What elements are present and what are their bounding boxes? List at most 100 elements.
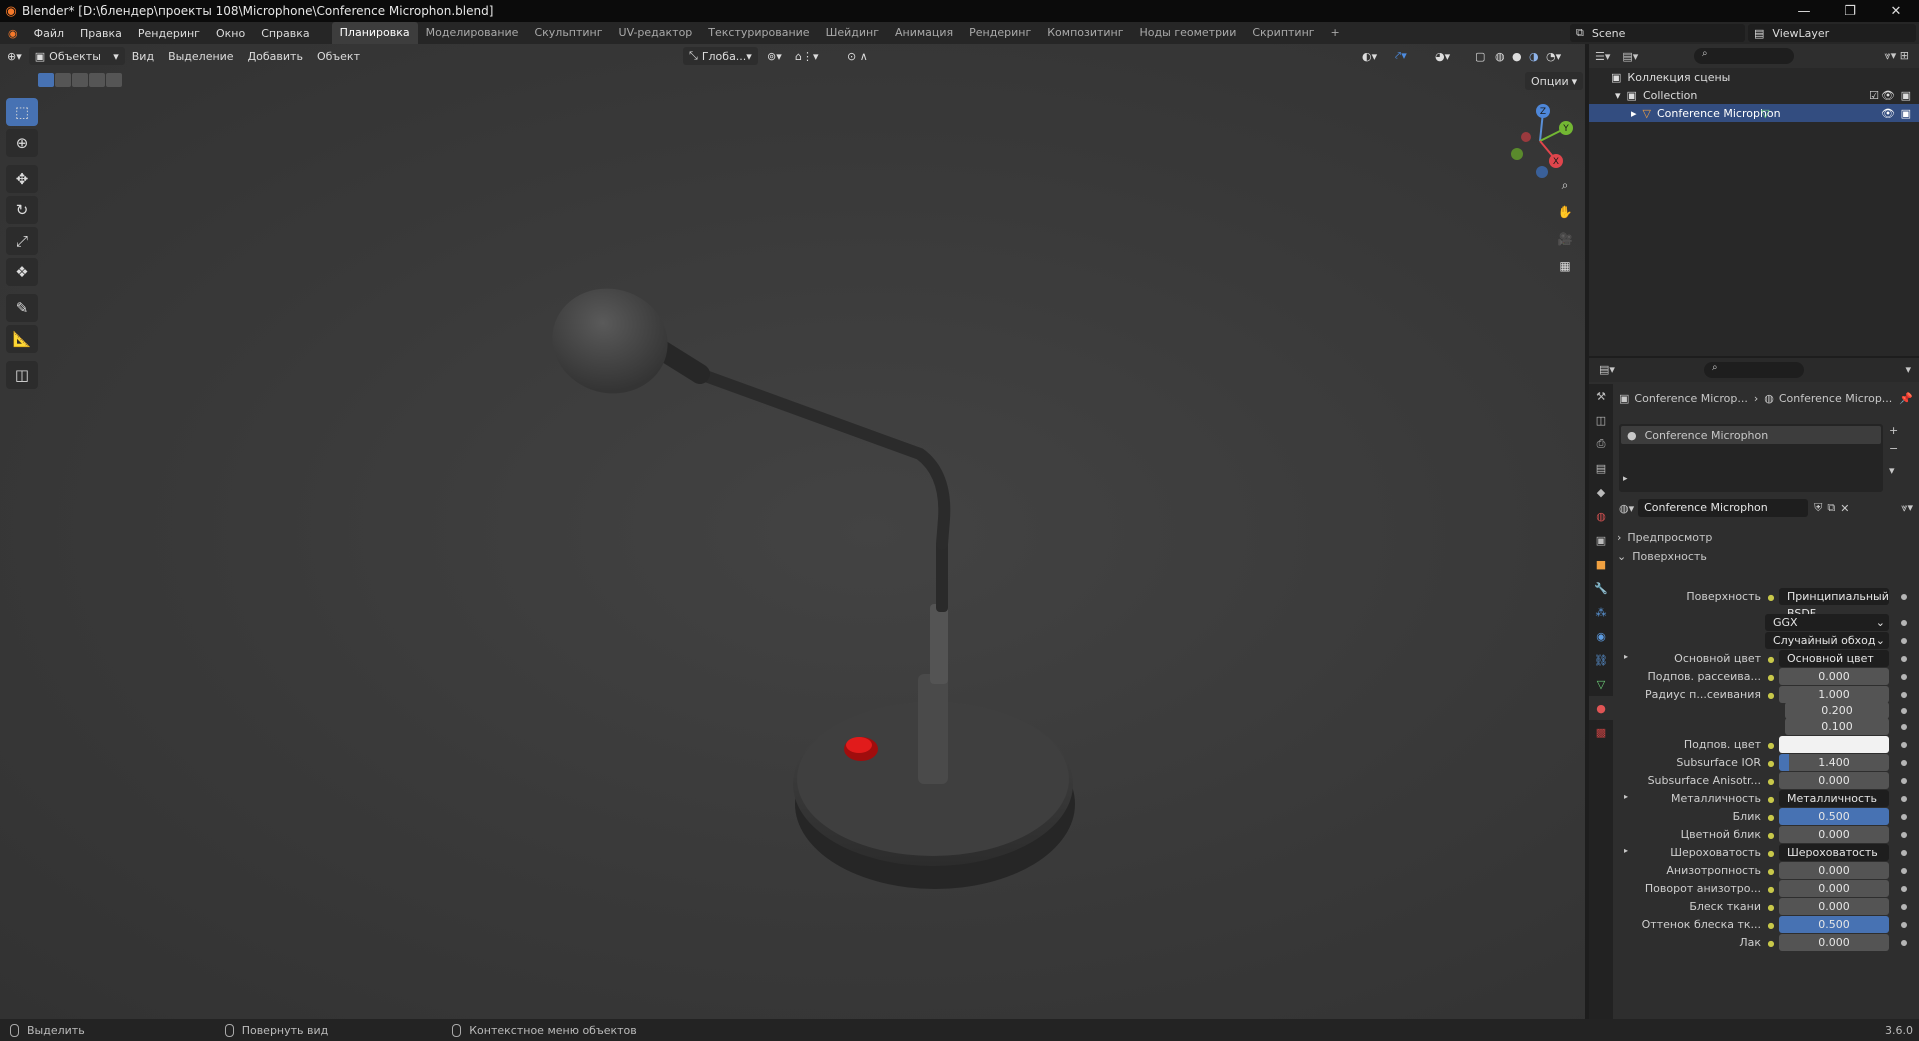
tab-sculpting[interactable]: Скульптинг xyxy=(526,22,610,44)
fake-user-icon[interactable]: ⛨ xyxy=(1814,501,1822,515)
keyframe-dot-icon[interactable] xyxy=(1901,656,1907,662)
render-tab-icon[interactable]: ◫ xyxy=(1589,408,1613,432)
tab-animation[interactable]: Анимация xyxy=(887,22,961,44)
preview-panel-header[interactable]: › Предпросмотр xyxy=(1617,528,1913,546)
tab-modeling[interactable]: Моделирование xyxy=(418,22,527,44)
menu-file[interactable]: Файл xyxy=(26,27,72,40)
socket-link-icon[interactable]: ● xyxy=(1765,847,1777,859)
physics-tab-icon[interactable]: ◉ xyxy=(1589,624,1613,648)
menu-help[interactable]: Справка xyxy=(253,27,317,40)
tab-shading[interactable]: Шейдинг xyxy=(818,22,887,44)
constraints-tab-icon[interactable]: ⛓ xyxy=(1589,648,1613,672)
keyframe-dot-icon[interactable] xyxy=(1901,620,1907,626)
scene-selector[interactable]: ⧉ Scene xyxy=(1570,24,1745,42)
camera-icon[interactable]: ▣ xyxy=(1901,107,1911,120)
socket-link-icon[interactable]: ● xyxy=(1765,811,1777,823)
subsurface-radius-z-field[interactable]: 0.100 xyxy=(1785,718,1889,735)
socket-link-icon[interactable]: ● xyxy=(1765,865,1777,877)
subsurface-radius-y-field[interactable]: 0.200 xyxy=(1785,702,1889,719)
view-layer-selector[interactable]: ▤ ViewLayer xyxy=(1748,24,1916,42)
expand-arrow-icon[interactable]: ▸ xyxy=(1624,792,1628,801)
add-slot-button[interactable]: + xyxy=(1889,424,1898,437)
close-button[interactable]: ✕ xyxy=(1873,4,1919,19)
remove-slot-button[interactable]: − xyxy=(1889,442,1898,455)
socket-link-icon[interactable]: ● xyxy=(1765,671,1777,683)
3d-viewport[interactable]: ⊕▾ ▣ Объекты ▾ Вид Выделение Добавить Об… xyxy=(0,44,1585,1019)
tab-scripting[interactable]: Скриптинг xyxy=(1244,22,1322,44)
outliner-row-object[interactable]: ▸ ▽ Conference Microphon ▽ 👁 ▣ xyxy=(1589,104,1919,122)
base-color-field[interactable]: Основной цвет xyxy=(1779,650,1889,667)
checkbox-icon[interactable]: ☑ xyxy=(1869,89,1879,102)
texture-tab-icon[interactable]: ▩ xyxy=(1589,720,1613,744)
outliner-row-scene-collection[interactable]: ▣ Коллекция сцены xyxy=(1589,68,1919,86)
socket-link-icon[interactable]: ● xyxy=(1765,919,1777,931)
node-filter-icon[interactable]: ⩔▾ xyxy=(1901,501,1913,515)
object-tab-icon[interactable]: ■ xyxy=(1589,552,1613,576)
keyframe-dot-icon[interactable] xyxy=(1901,814,1907,820)
keyframe-dot-icon[interactable] xyxy=(1901,638,1907,644)
tab-uv-editing[interactable]: UV-редактор xyxy=(611,22,701,44)
keyframe-dot-icon[interactable] xyxy=(1901,760,1907,766)
expand-arrow-icon[interactable]: ▸ xyxy=(1624,846,1628,855)
filter-icon[interactable]: ⩔▾ ⊞ xyxy=(1885,49,1909,63)
socket-link-icon[interactable]: ● xyxy=(1765,937,1777,949)
subsurface-color-field[interactable] xyxy=(1779,736,1889,753)
menu-window[interactable]: Окно xyxy=(208,27,253,40)
keyframe-dot-icon[interactable] xyxy=(1901,796,1907,802)
keyframe-dot-icon[interactable] xyxy=(1901,904,1907,910)
maximize-button[interactable]: ❐ xyxy=(1827,4,1873,19)
expand-arrow-icon[interactable]: ▸ xyxy=(1623,474,1628,484)
collection-tab-icon[interactable]: ▣ xyxy=(1589,528,1613,552)
menu-edit[interactable]: Правка xyxy=(72,27,130,40)
keyframe-dot-icon[interactable] xyxy=(1901,692,1907,698)
mesh-data-icon[interactable]: ▽ xyxy=(1761,107,1769,120)
socket-link-icon[interactable]: ● xyxy=(1765,757,1777,769)
output-tab-icon[interactable]: ⎙ xyxy=(1589,432,1613,456)
add-workspace-button[interactable]: + xyxy=(1323,22,1348,44)
scene-tab-icon[interactable]: ◆ xyxy=(1589,480,1613,504)
keyframe-dot-icon[interactable] xyxy=(1901,850,1907,856)
keyframe-dot-icon[interactable] xyxy=(1901,868,1907,874)
subsurface-field[interactable]: 0.000 xyxy=(1779,668,1889,685)
slot-specials-button[interactable]: ▾ xyxy=(1889,464,1895,477)
surface-shader-field[interactable]: Принципиальный BSDF xyxy=(1779,588,1889,620)
tab-texture-paint[interactable]: Текстурирование xyxy=(700,22,817,44)
subsurface-anisotropy-field[interactable]: 0.000 xyxy=(1779,772,1889,789)
metallic-field[interactable]: Металличность xyxy=(1779,790,1889,807)
view-layer-tab-icon[interactable]: ▤ xyxy=(1589,456,1613,480)
sheen-field[interactable]: 0.000 xyxy=(1779,898,1889,915)
subsurface-radius-x-field[interactable]: 1.000 xyxy=(1779,686,1889,703)
modifier-tab-icon[interactable]: 🔧 xyxy=(1589,576,1613,600)
clearcoat-field[interactable]: 0.000 xyxy=(1779,934,1889,951)
tab-layout[interactable]: Планировка xyxy=(331,22,418,44)
roughness-field[interactable]: Шероховатость xyxy=(1779,844,1889,861)
subsurface-ior-field[interactable]: 1.400 xyxy=(1779,754,1889,771)
outliner-editor-icon[interactable]: ☰▾ xyxy=(1595,50,1610,63)
socket-link-icon[interactable]: ● xyxy=(1765,591,1777,603)
pin-icon[interactable]: 📌 xyxy=(1899,392,1913,405)
world-tab-icon[interactable]: ◍ xyxy=(1589,504,1613,528)
menu-render[interactable]: Рендеринг xyxy=(130,27,208,40)
tab-compositing[interactable]: Композитинг xyxy=(1039,22,1131,44)
subsurface-method-field[interactable]: Случайный обход ⌄ xyxy=(1765,632,1889,649)
display-mode-icon[interactable]: ▤▾ xyxy=(1622,50,1638,63)
keyframe-dot-icon[interactable] xyxy=(1901,724,1907,730)
socket-link-icon[interactable]: ● xyxy=(1765,775,1777,787)
eye-icon[interactable]: 👁 xyxy=(1881,89,1895,102)
outliner-search-input[interactable]: ⌕ xyxy=(1694,48,1794,64)
socket-link-icon[interactable]: ● xyxy=(1765,653,1777,665)
minimize-button[interactable]: — xyxy=(1781,4,1827,19)
keyframe-dot-icon[interactable] xyxy=(1901,674,1907,680)
specular-field[interactable]: 0.500 xyxy=(1779,808,1889,825)
keyframe-dot-icon[interactable] xyxy=(1901,778,1907,784)
unlink-icon[interactable]: ✕ xyxy=(1840,502,1849,515)
socket-link-icon[interactable]: ● xyxy=(1765,689,1777,701)
material-name-field[interactable]: Conference Microphon xyxy=(1638,499,1809,517)
keyframe-dot-icon[interactable] xyxy=(1901,922,1907,928)
socket-link-icon[interactable]: ● xyxy=(1765,739,1777,751)
socket-link-icon[interactable]: ● xyxy=(1765,883,1777,895)
expand-arrow-icon[interactable]: ▸ xyxy=(1631,107,1637,120)
material-slot-item[interactable]: ● Conference Microphon xyxy=(1621,426,1881,444)
keyframe-dot-icon[interactable] xyxy=(1901,742,1907,748)
material-browse-icon[interactable]: ◍▾ xyxy=(1619,502,1634,515)
